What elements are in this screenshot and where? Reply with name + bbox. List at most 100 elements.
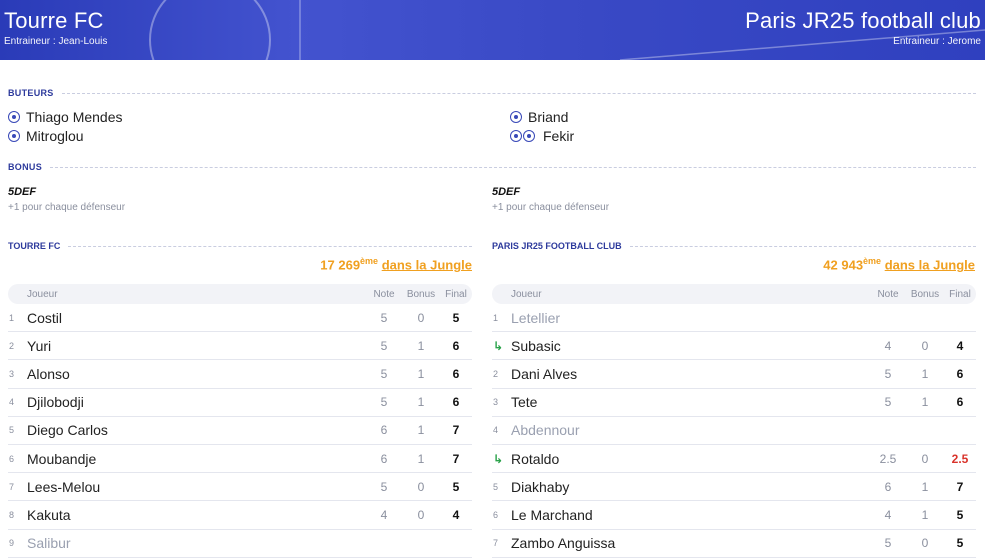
table-row[interactable]: 7 Zambo Anguissa 5 0 5 [492, 530, 976, 558]
player-name[interactable]: Alonso [27, 366, 366, 382]
player-number: 1 [493, 312, 499, 323]
bonus-label-text: BONUS [8, 162, 43, 172]
table-header: Joueur Note Bonus Final [8, 284, 472, 304]
away-lineup-table: Joueur Note Bonus Final 1 Letellier ↳ Subas… [492, 284, 976, 558]
home-team-header[interactable]: Tourre FC Entraineur : Jean-Louis [4, 8, 107, 48]
table-row[interactable]: 7 Lees-Melou 5 0 5 [8, 473, 472, 502]
away-rows: 1 Letellier ↳ Subasic 4 0 4 2 Dani Alves 5 1 6 3 Tete… [492, 304, 976, 558]
header-player: Joueur [511, 288, 542, 300]
player-final-score: 6 [956, 395, 964, 410]
header-note: Note [877, 288, 899, 300]
away-rank-link[interactable]: dans la Jungle [885, 257, 975, 272]
player-name[interactable]: Yuri [27, 338, 366, 354]
table-header: Joueur Note Bonus Final [492, 284, 976, 304]
player-final-score: 6 [956, 366, 964, 381]
player-name[interactable]: Zambo Anguissa [511, 535, 870, 551]
player-final-score: 6 [452, 366, 460, 381]
player-name[interactable]: Le Marchand [511, 507, 870, 523]
player-note: 5 [380, 479, 388, 494]
player-bonus: 1 [417, 451, 425, 466]
player-bonus: 1 [417, 366, 425, 381]
player-note: 4 [884, 338, 892, 353]
player-note: 4 [380, 507, 388, 522]
header-bonus: Bonus [910, 288, 940, 300]
player-note: 4 [884, 507, 892, 522]
home-rank-link[interactable]: dans la Jungle [382, 257, 472, 272]
player-note: 5 [884, 395, 892, 410]
table-row[interactable]: ↳ Rotaldo 2.5 0 2.5 [492, 445, 976, 474]
away-team-label: PARIS JR25 FOOTBALL CLUB [492, 241, 976, 251]
table-row[interactable]: 2 Dani Alves 5 1 6 [492, 360, 976, 389]
header-player: Joueur [27, 288, 58, 300]
player-note: 2.5 [879, 451, 897, 466]
player-name[interactable]: Tete [511, 394, 870, 410]
table-row[interactable]: 1 Letellier [492, 304, 976, 333]
away-scorer: Briand [510, 109, 568, 125]
player-name[interactable]: Letellier [511, 310, 870, 326]
goal-ball-icon [8, 130, 20, 142]
table-row[interactable]: 2 Yuri 5 1 6 [8, 332, 472, 361]
player-final-score: 7 [452, 423, 460, 438]
player-number: 7 [9, 481, 15, 492]
home-rank-suffix: ème [360, 256, 379, 266]
player-name[interactable]: Diego Carlos [27, 422, 366, 438]
header-final: Final [445, 288, 467, 300]
player-bonus: 1 [921, 507, 929, 522]
player-bonus: 0 [417, 479, 425, 494]
table-row[interactable]: 5 Diego Carlos 6 1 7 [8, 417, 472, 445]
table-row[interactable]: 8 Kakuta 4 0 4 [8, 501, 472, 530]
table-row[interactable]: 4 Djilobodji 5 1 6 [8, 389, 472, 417]
header-note: Note [373, 288, 395, 300]
table-row[interactable]: 3 Alonso 5 1 6 [8, 360, 472, 389]
player-final-score: 5 [956, 507, 964, 522]
player-final-score: 5 [452, 310, 460, 325]
away-team-header[interactable]: Paris JR25 football club Entraineur : Je… [745, 8, 981, 48]
away-bonus-title: 5DEF [492, 186, 521, 198]
player-bonus: 0 [417, 310, 425, 325]
table-row[interactable]: ↳ Subasic 4 0 4 [492, 332, 976, 361]
player-note: 6 [884, 479, 892, 494]
player-name[interactable]: Rotaldo [511, 451, 870, 467]
away-team-label-text: PARIS JR25 FOOTBALL CLUB [492, 241, 622, 251]
player-final-score: 5 [956, 536, 964, 551]
player-name[interactable]: Kakuta [27, 507, 366, 523]
player-name[interactable]: Moubandje [27, 451, 366, 467]
player-final-score: 2.5 [951, 451, 969, 466]
buteurs-section-label: BUTEURS [8, 88, 976, 98]
home-team-label-text: TOURRE FC [8, 241, 61, 251]
table-row[interactable]: 1 Costil 5 0 5 [8, 304, 472, 333]
player-name[interactable]: Dani Alves [511, 366, 870, 382]
table-row[interactable]: 9 Salibur [8, 530, 472, 558]
substitution-marker: ↳ [492, 452, 511, 466]
player-note: 5 [380, 338, 388, 353]
away-scorer-name: Fekir [543, 128, 575, 144]
away-team-name: Paris JR25 football club [745, 8, 981, 33]
player-name[interactable]: Diakhaby [511, 479, 870, 495]
player-note: 5 [380, 366, 388, 381]
table-row[interactable]: 3 Tete 5 1 6 [492, 389, 976, 417]
goal-ball-icon [8, 111, 20, 123]
home-lineup-table: Joueur Note Bonus Final 1 Costil 5 0 5 2 Yuri 5… [8, 284, 472, 558]
player-bonus: 1 [921, 479, 929, 494]
table-row[interactable]: 6 Le Marchand 4 1 5 [492, 501, 976, 530]
home-scorer-name: Mitroglou [26, 128, 84, 144]
player-name[interactable]: Lees-Melou [27, 479, 366, 495]
home-scorer: Mitroglou [8, 128, 84, 144]
substitution-icon: ↳ [493, 451, 504, 466]
player-name[interactable]: Djilobodji [27, 394, 366, 410]
player-number: 6 [493, 509, 499, 520]
player-name[interactable]: Abdennour [511, 422, 870, 438]
home-bonus-desc: +1 pour chaque défenseur [8, 202, 126, 213]
away-scorer-name: Briand [528, 109, 569, 125]
table-row[interactable]: 6 Moubandje 6 1 7 [8, 445, 472, 474]
table-row[interactable]: 5 Diakhaby 6 1 7 [492, 473, 976, 502]
player-name[interactable]: Costil [27, 310, 366, 326]
player-number: 8 [9, 509, 15, 520]
away-ranking: 42 943ème dans la Jungle [823, 256, 975, 272]
player-name[interactable]: Subasic [511, 338, 870, 354]
home-team-coach: Entraineur : Jean-Louis [4, 36, 108, 47]
player-name[interactable]: Salibur [27, 535, 366, 551]
match-header-banner: Tourre FC Entraineur : Jean-Louis Paris … [0, 0, 985, 60]
player-bonus: 0 [921, 451, 929, 466]
table-row[interactable]: 4 Abdennour [492, 417, 976, 445]
